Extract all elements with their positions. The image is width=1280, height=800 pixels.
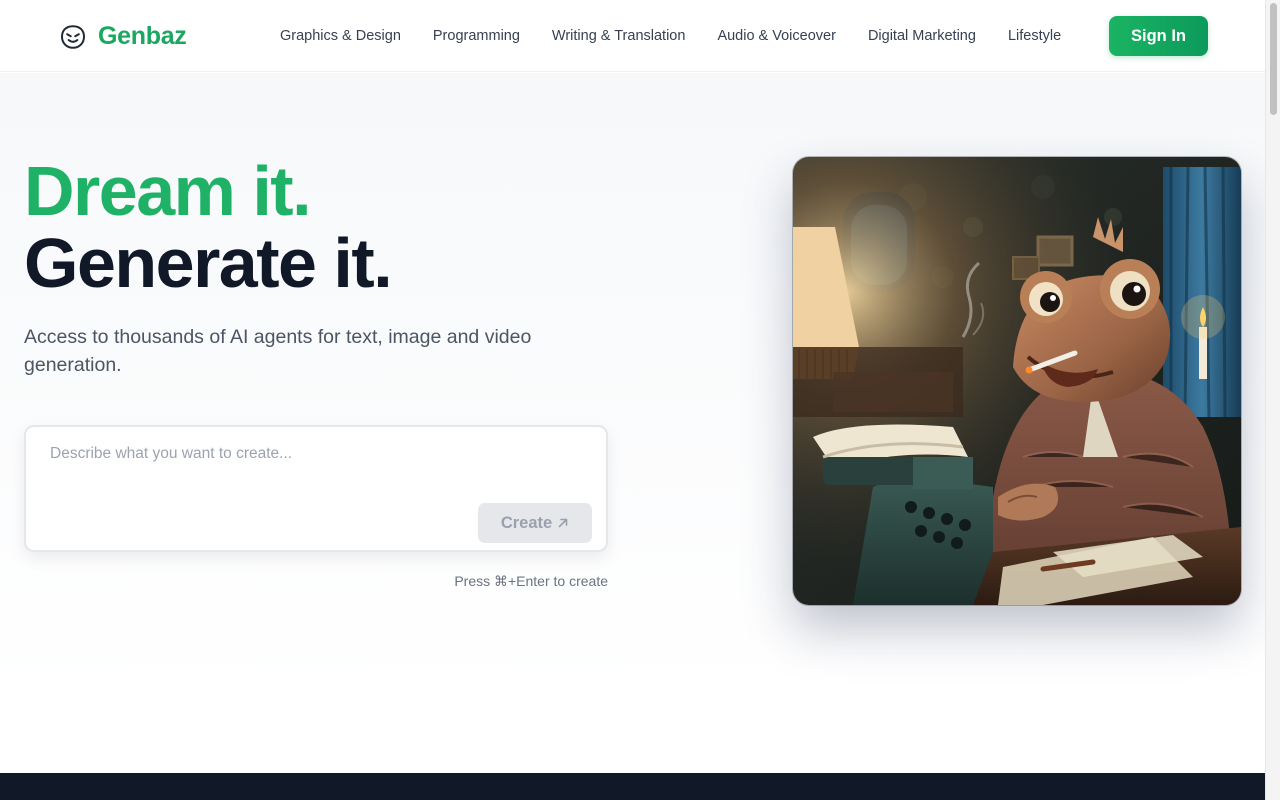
nav-writing-translation[interactable]: Writing & Translation (536, 0, 702, 72)
next-section-dark (0, 773, 1265, 800)
create-button-label: Create (500, 513, 553, 532)
nav-programming[interactable]: Programming (417, 0, 536, 72)
hero-section: Dream it. Generate it. Access to thousan… (0, 73, 1265, 700)
site-header: Genbaz Graphics & Design Programming Wri… (0, 0, 1265, 72)
scrollbar-thumb[interactable] (1270, 3, 1277, 115)
nav-audio-voiceover[interactable]: Audio & Voiceover (701, 0, 852, 72)
page: Genbaz Graphics & Design Programming Wri… (0, 0, 1265, 800)
prompt-composer: Create (24, 425, 608, 552)
frog-typewriter-illustration (793, 157, 1241, 605)
create-button[interactable]: Create (478, 503, 592, 543)
nav-lifestyle[interactable]: Lifestyle (992, 0, 1077, 72)
prompt-input[interactable] (50, 445, 580, 505)
nav-digital-marketing[interactable]: Digital Marketing (852, 0, 992, 72)
hero-subtitle: Access to thousands of AI agents for tex… (24, 326, 532, 376)
browser-viewport: Genbaz Graphics & Design Programming Wri… (0, 0, 1280, 800)
headline-generate: Generate it. (24, 224, 393, 302)
brand-logo-link[interactable]: Genbaz (60, 22, 187, 51)
arrow-up-right-icon (558, 518, 568, 528)
sign-in-button[interactable]: Sign In (1109, 16, 1208, 56)
hero-headline: Dream it. Generate it. (24, 152, 393, 302)
headline-dream: Dream it. (24, 152, 312, 230)
smiley-face-icon (60, 24, 86, 49)
main-nav: Graphics & Design Programming Writing & … (264, 0, 1077, 72)
keyboard-hint: Press ⌘+Enter to create (454, 573, 608, 589)
nav-graphics-design[interactable]: Graphics & Design (264, 0, 417, 72)
brand-name: Genbaz (98, 22, 187, 50)
hero-illustration (793, 157, 1241, 605)
page-scrollbar[interactable] (1265, 0, 1280, 800)
